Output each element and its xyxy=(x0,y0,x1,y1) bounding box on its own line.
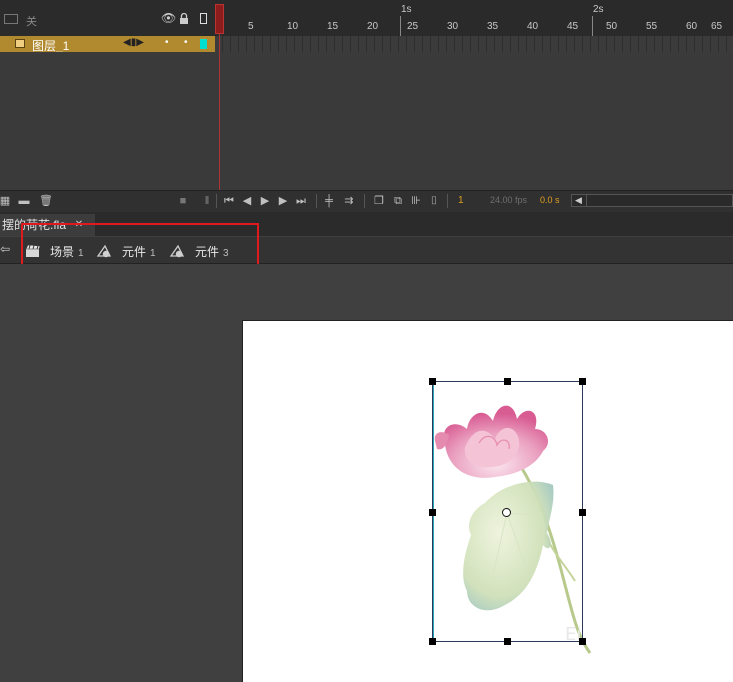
layer-outline-color-swatch[interactable] xyxy=(200,39,207,49)
layer-row[interactable]: 图层_1 ◀▮▶ • • xyxy=(0,36,215,53)
delete-layer-icon[interactable]: 🗑 xyxy=(39,194,53,208)
transformation-point[interactable] xyxy=(502,508,511,517)
timeline-scrollbar[interactable] xyxy=(571,194,733,207)
new-folder-icon[interactable]: ▬ xyxy=(17,194,31,208)
layer-visible-dot-icon[interactable]: • xyxy=(165,37,169,48)
layer-type-icon xyxy=(15,39,25,48)
layers-empty-area xyxy=(0,52,215,190)
layer-header: 关 👁 xyxy=(0,0,215,36)
play-icon[interactable]: ▶ xyxy=(258,194,272,208)
camera-icon[interactable]: ■ xyxy=(176,194,190,208)
outline-icon[interactable] xyxy=(200,13,207,24)
layer-folder-icon[interactable] xyxy=(4,14,18,24)
resize-handle-bottom[interactable] xyxy=(504,638,511,645)
frame-ruler[interactable]: 1s 2s 1 5 10 15 20 25 30 35 40 45 50 55 … xyxy=(215,0,733,36)
lock-icon[interactable] xyxy=(179,12,189,24)
layer-lock-dot-icon[interactable]: • xyxy=(184,37,188,48)
resize-handle-right[interactable] xyxy=(579,509,586,516)
layer-active-arrows-icon: ◀▮▶ xyxy=(123,37,144,48)
ruler-frame-label: 5 xyxy=(248,21,254,32)
resize-handle-bottom-right[interactable] xyxy=(579,638,586,645)
ruler-frame-label: 15 xyxy=(327,21,339,32)
ruler-frame-label: 30 xyxy=(447,21,459,32)
resize-handle-left[interactable] xyxy=(429,509,436,516)
ruler-frame-label: 45 xyxy=(567,21,579,32)
ruler-frame-label: 40 xyxy=(527,21,539,32)
step-back-icon[interactable]: ◀ xyxy=(240,194,254,208)
ruler-frame-label: 65 xyxy=(711,21,723,32)
new-layer-icon[interactable]: ▦ xyxy=(0,194,12,208)
back-arrow-icon[interactable]: ⇦ xyxy=(0,242,10,256)
scroll-left-icon[interactable]: ◀ xyxy=(571,194,587,207)
ruler-frame-label: 10 xyxy=(287,21,299,32)
ruler-frame-label: 55 xyxy=(646,21,658,32)
ruler-frame-label: 50 xyxy=(606,21,618,32)
ruler-frame-label: 60 xyxy=(686,21,698,32)
current-frame-value[interactable]: 1 xyxy=(458,195,464,206)
ruler-frame-label: 20 xyxy=(367,21,379,32)
loop-icon[interactable]: ⇉ xyxy=(342,194,356,208)
playhead-marker[interactable] xyxy=(215,4,224,34)
resize-handle-top-right[interactable] xyxy=(579,378,586,385)
resize-handle-bottom-left[interactable] xyxy=(429,638,436,645)
layer-frames[interactable] xyxy=(215,36,733,52)
resize-handle-top-left[interactable] xyxy=(429,378,436,385)
grip-icon: ‖ xyxy=(204,195,210,207)
onion-markers-icon[interactable]: ⌷ xyxy=(427,194,441,208)
eye-icon[interactable]: 👁 xyxy=(161,11,176,25)
onion-outline-icon[interactable]: ⧉ xyxy=(391,194,405,208)
ruler-frame-label: 35 xyxy=(487,21,499,32)
ruler-second-label: 2s xyxy=(593,4,604,15)
last-frame-icon[interactable]: ⏭ xyxy=(294,194,308,208)
playhead-line xyxy=(219,34,220,190)
resize-handle-top[interactable] xyxy=(504,378,511,385)
elapsed-time-value[interactable]: 0.0 s xyxy=(540,195,560,205)
ruler-second-label: 1s xyxy=(401,4,412,15)
center-frame-icon[interactable]: ╪ xyxy=(322,194,336,208)
frames-empty-area xyxy=(215,52,733,190)
edit-multiple-icon[interactable]: ⊪ xyxy=(409,194,423,208)
onion-skin-icon[interactable]: ❐ xyxy=(372,194,386,208)
layer-header-label: 关 xyxy=(26,16,37,28)
fps-value[interactable]: 24.00 fps xyxy=(490,195,527,205)
ruler-frame-label: 25 xyxy=(407,21,419,32)
first-frame-icon[interactable]: ⏮ xyxy=(222,194,236,208)
step-forward-icon[interactable]: ▶ xyxy=(276,194,290,208)
